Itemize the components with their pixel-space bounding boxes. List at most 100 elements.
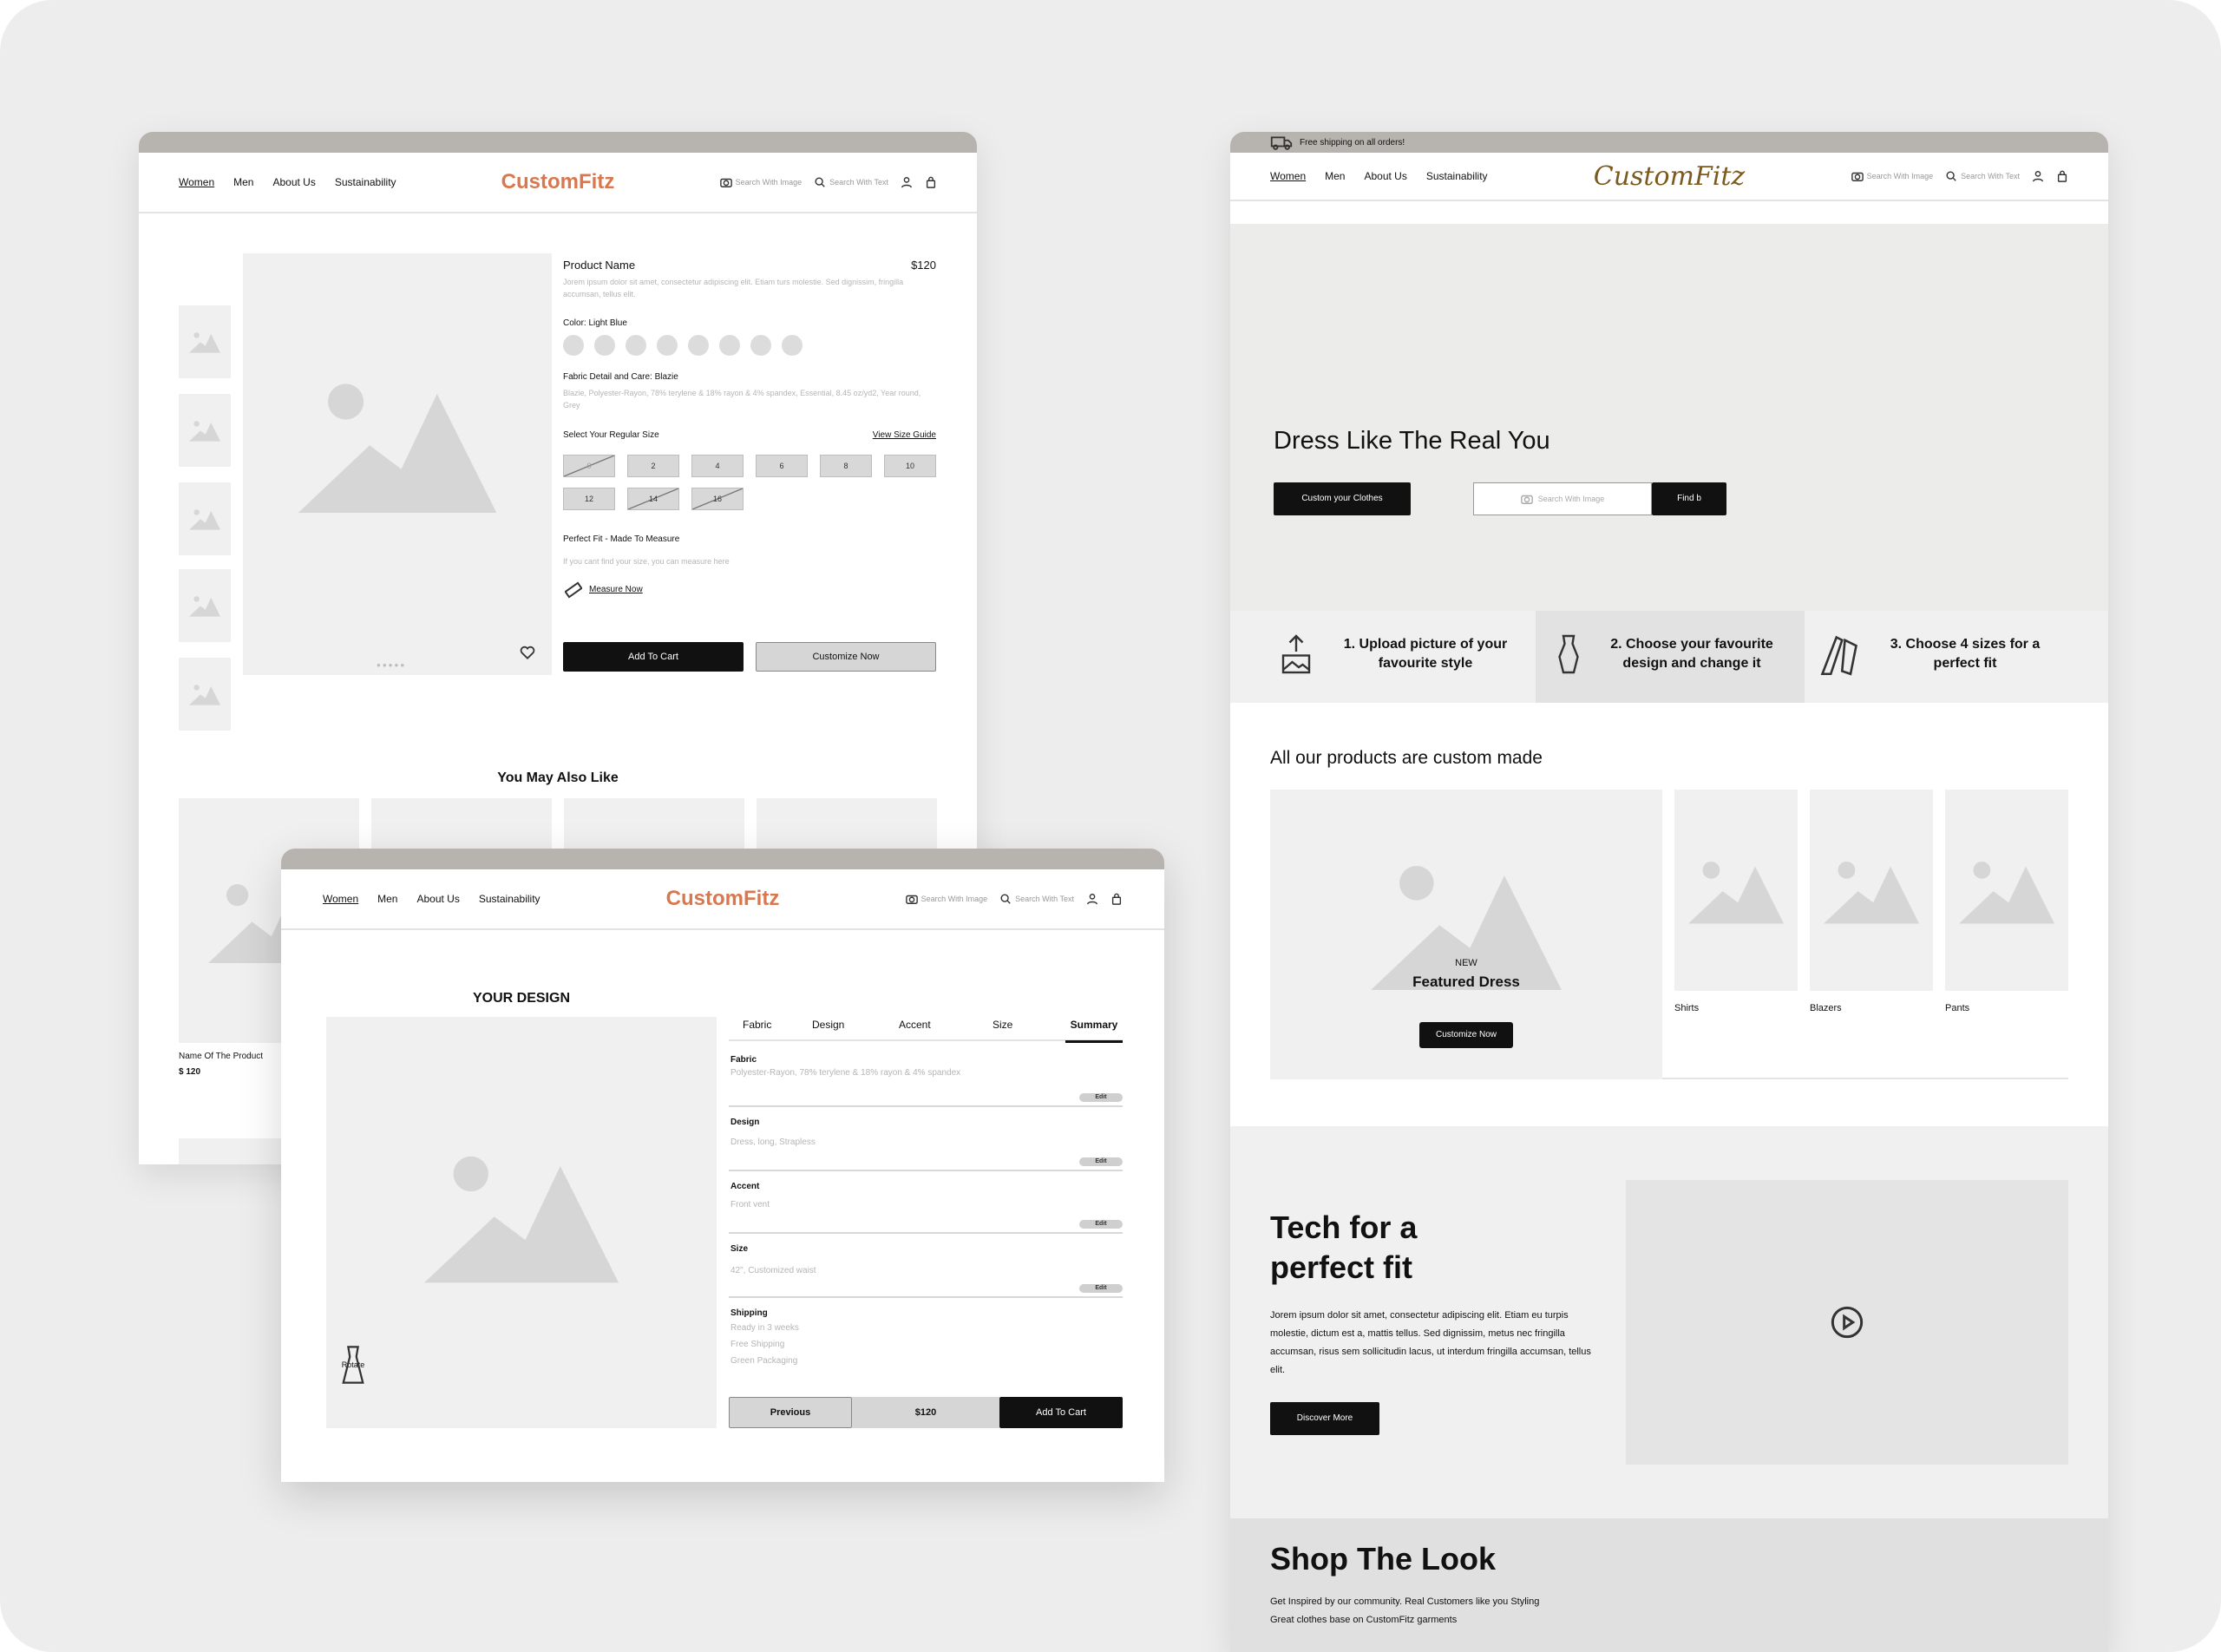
- search-icon: [1946, 171, 1956, 181]
- category-card-pants[interactable]: [1945, 790, 2068, 991]
- size-label: Select Your Regular Size: [563, 430, 659, 440]
- color-swatch[interactable]: [782, 335, 803, 356]
- edit-button[interactable]: Edit: [1079, 1093, 1123, 1102]
- nav-women[interactable]: Women: [179, 176, 214, 188]
- dress-form-icon: [1558, 634, 1579, 674]
- size-option[interactable]: 0: [563, 455, 615, 477]
- nav-women[interactable]: Women: [1270, 170, 1306, 182]
- search-image-button[interactable]: Search With Image: [1851, 170, 1933, 182]
- featured-customize-button[interactable]: Customize Now: [1419, 1022, 1513, 1048]
- customize-now-button[interactable]: Customize Now: [756, 642, 936, 672]
- fabric-description: Blazie, Polyester-Rayon, 78% terylene & …: [563, 389, 921, 410]
- nav-men[interactable]: Men: [377, 893, 397, 905]
- thumbnail[interactable]: [179, 305, 231, 378]
- product-details: Product Name $120 Jorem ipsum dolor sit …: [563, 253, 936, 705]
- color-swatches: [563, 335, 936, 360]
- perfect-fit-label: Perfect Fit - Made To Measure: [563, 534, 680, 544]
- rotate-control[interactable]: Rotate: [338, 1346, 368, 1384]
- nav-about[interactable]: About Us: [272, 176, 315, 188]
- thumbnail[interactable]: [179, 658, 231, 731]
- category-label-pants[interactable]: Pants: [1945, 1003, 1969, 1013]
- nav-men[interactable]: Men: [1325, 170, 1345, 182]
- step-3-text: 3. Choose 4 sizes for a perfect fit: [1890, 637, 2041, 671]
- tab-fabric[interactable]: Fabric: [743, 1019, 771, 1031]
- image-search-input[interactable]: Search With Image: [1473, 482, 1652, 515]
- tab-accent[interactable]: Accent: [899, 1019, 931, 1031]
- custom-clothes-button[interactable]: Custom your Clothes: [1274, 482, 1411, 515]
- summary-value: Polyester-Rayon, 78% terylene & 18% rayo…: [731, 1068, 961, 1078]
- summary-section-size: Size 42", Customized waist Edit: [729, 1239, 1123, 1298]
- new-badge: NEW: [1455, 958, 1477, 968]
- nav-men[interactable]: Men: [233, 176, 253, 188]
- size-guide-link[interactable]: View Size Guide: [873, 430, 936, 440]
- window-top-bar: [281, 849, 1164, 869]
- play-icon[interactable]: [1830, 1305, 1864, 1340]
- bag-icon[interactable]: [2056, 170, 2068, 182]
- search-text-button[interactable]: Search With Text: [814, 176, 888, 188]
- edit-button[interactable]: Edit: [1079, 1284, 1123, 1293]
- featured-dress-card[interactable]: NEW Featured Dress Customize Now: [1270, 790, 1662, 1079]
- tab-design[interactable]: Design: [812, 1019, 844, 1031]
- nav-about[interactable]: About Us: [1364, 170, 1406, 182]
- thumbnail[interactable]: [179, 394, 231, 467]
- size-option[interactable]: 4: [691, 455, 744, 477]
- find-button[interactable]: Find b: [1652, 482, 1726, 515]
- thumbnail[interactable]: [179, 569, 231, 642]
- user-icon[interactable]: [901, 176, 913, 188]
- heart-icon[interactable]: [520, 645, 535, 660]
- product-description: Jorem ipsum dolor sit amet, consectetur …: [563, 278, 904, 298]
- user-icon[interactable]: [1086, 893, 1098, 905]
- category-label-blazers[interactable]: Blazers: [1810, 1003, 1842, 1013]
- size-option[interactable]: 8: [820, 455, 872, 477]
- nav-sustainability[interactable]: Sustainability: [479, 893, 541, 905]
- image-placeholder-icon: [424, 1146, 619, 1283]
- size-option[interactable]: 14: [627, 488, 679, 510]
- dress-icon: [342, 1346, 364, 1384]
- user-icon[interactable]: [2032, 170, 2044, 182]
- color-swatch[interactable]: [594, 335, 615, 356]
- edit-button[interactable]: Edit: [1079, 1220, 1123, 1229]
- color-swatch[interactable]: [688, 335, 709, 356]
- nav-links: Women Men About Us Sustainability: [179, 176, 396, 188]
- summary-label: Accent: [731, 1182, 760, 1191]
- design-page-window: Women Men About Us Sustainability Custom…: [281, 849, 1164, 1482]
- color-swatch[interactable]: [750, 335, 771, 356]
- search-image-button[interactable]: Search With Image: [719, 176, 802, 188]
- tab-size[interactable]: Size: [993, 1019, 1012, 1031]
- search-text-button[interactable]: Search With Text: [999, 893, 1074, 905]
- measure-now-link[interactable]: Measure Now: [589, 585, 643, 594]
- thumbnail[interactable]: [179, 482, 231, 555]
- size-option[interactable]: 2: [627, 455, 679, 477]
- category-card-blazers[interactable]: [1810, 790, 1933, 991]
- carousel-dots[interactable]: ●●●●●: [377, 661, 406, 669]
- recommendation-name: Name Of The Product: [179, 1052, 264, 1061]
- add-to-cart-button[interactable]: Add To Cart: [563, 642, 744, 672]
- category-card-shirts[interactable]: [1674, 790, 1798, 991]
- color-swatch[interactable]: [719, 335, 740, 356]
- color-swatch[interactable]: [657, 335, 678, 356]
- size-option[interactable]: 10: [884, 455, 936, 477]
- shipping-line: Ready in 3 weeks: [731, 1323, 799, 1333]
- size-option[interactable]: 6: [756, 455, 808, 477]
- color-swatch[interactable]: [626, 335, 646, 356]
- image-placeholder-icon: [189, 683, 220, 705]
- shop-the-look-title: Shop The Look: [1270, 1541, 1496, 1577]
- search-image-button[interactable]: Search With Image: [905, 893, 987, 905]
- discover-more-button[interactable]: Discover More: [1270, 1402, 1379, 1435]
- nav-women[interactable]: Women: [323, 893, 358, 905]
- nav-sustainability[interactable]: Sustainability: [1426, 170, 1488, 182]
- edit-button[interactable]: Edit: [1079, 1157, 1123, 1166]
- bag-icon[interactable]: [925, 176, 937, 188]
- bag-icon[interactable]: [1110, 893, 1123, 905]
- previous-button[interactable]: Previous: [729, 1397, 852, 1428]
- color-swatch[interactable]: [563, 335, 584, 356]
- size-option[interactable]: 12: [563, 488, 615, 510]
- tab-summary[interactable]: Summary: [1065, 1019, 1123, 1043]
- shop-the-look-desc: Get Inspired by our community. Real Cust…: [1270, 1596, 1540, 1625]
- nav-sustainability[interactable]: Sustainability: [335, 176, 396, 188]
- nav-about[interactable]: About Us: [416, 893, 459, 905]
- search-text-button[interactable]: Search With Text: [1945, 170, 2020, 182]
- design-add-to-cart-button[interactable]: Add To Cart: [999, 1397, 1123, 1428]
- size-option[interactable]: 16: [691, 488, 744, 510]
- category-label-shirts[interactable]: Shirts: [1674, 1003, 1699, 1013]
